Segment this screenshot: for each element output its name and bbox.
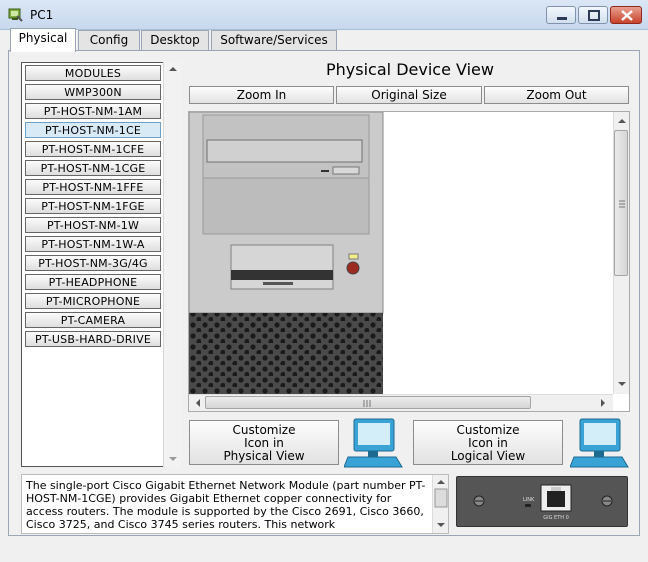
logical-view-label: Logical View xyxy=(450,449,526,463)
scroll-right-arrow-icon[interactable] xyxy=(601,399,605,407)
scroll-left-arrow-icon[interactable] xyxy=(196,399,200,407)
pc-app-icon xyxy=(8,8,23,22)
module-list-item[interactable]: PT-HOST-NM-1W-A xyxy=(25,236,161,252)
pc-tower-image xyxy=(189,112,384,411)
description-scroll-thumb[interactable] xyxy=(434,488,448,508)
physical-device-view-title: Physical Device View xyxy=(326,60,494,79)
scroll-down-arrow-icon[interactable] xyxy=(618,382,626,386)
description-scrollbar[interactable] xyxy=(432,475,448,533)
scroll-down-arrow-icon[interactable] xyxy=(169,457,177,461)
tab-software-services[interactable]: Software/Services xyxy=(211,30,337,50)
modules-header-button[interactable]: MODULES xyxy=(25,65,161,81)
minimize-icon xyxy=(557,17,567,20)
scroll-down-arrow-icon[interactable] xyxy=(437,523,445,527)
viewport-horizontal-scroll-thumb[interactable] xyxy=(205,396,531,409)
scroll-up-arrow-icon[interactable] xyxy=(169,67,177,71)
tab-physical[interactable]: Physical xyxy=(10,28,76,52)
physical-view-label: Physical View xyxy=(223,449,305,463)
scroll-up-arrow-icon[interactable] xyxy=(437,480,445,484)
module-list-item[interactable]: PT-HEADPHONE xyxy=(25,274,161,290)
window-title: PC1 xyxy=(30,8,54,22)
tab-config[interactable]: Config xyxy=(78,30,140,50)
module-list-item[interactable]: PT-HOST-NM-1FGE xyxy=(25,198,161,214)
module-list-item[interactable]: PT-MICROPHONE xyxy=(25,293,161,309)
module-list-item[interactable]: PT-HOST-NM-1AM xyxy=(25,103,161,119)
module-list-item[interactable]: PT-HOST-NM-1FFE xyxy=(25,179,161,195)
physical-device-viewport[interactable] xyxy=(188,111,630,412)
module-list-item[interactable]: PT-HOST-NM-1CE xyxy=(25,122,161,138)
module-list-item[interactable]: PT-HOST-NM-1CFE xyxy=(25,141,161,157)
port-label: GIG ETH 0 xyxy=(543,515,569,521)
module-list-item[interactable]: PT-USB-HARD-DRIVE xyxy=(25,331,161,347)
pc-computer-icon xyxy=(344,418,403,468)
module-list-item[interactable]: PT-CAMERA xyxy=(25,312,161,328)
minimize-button[interactable] xyxy=(546,6,576,24)
module-list-item[interactable]: PT-HOST-NM-1CGE xyxy=(25,160,161,176)
maximize-icon xyxy=(588,10,600,21)
close-button[interactable] xyxy=(610,6,642,24)
zoom-out-button[interactable]: Zoom Out xyxy=(484,86,629,104)
customize-icon-physical-view-button[interactable]: Customize Icon in Physical View xyxy=(189,420,339,465)
module-list-scrollbar[interactable] xyxy=(163,62,181,467)
module-list-item[interactable]: WMP300N xyxy=(25,84,161,100)
pc-computer-icon xyxy=(570,418,629,468)
original-size-button[interactable]: Original Size xyxy=(336,86,482,104)
module-image: LINK GIG ETH 0 xyxy=(456,476,628,527)
link-label: LINK xyxy=(523,497,535,503)
zoom-in-button[interactable]: Zoom In xyxy=(189,86,334,104)
module-list-item[interactable]: PT-HOST-NM-1W xyxy=(25,217,161,233)
close-icon xyxy=(621,10,633,21)
scroll-up-arrow-icon[interactable] xyxy=(618,119,626,123)
customize-icon-logical-view-button[interactable]: Customize Icon in Logical View xyxy=(413,420,563,465)
maximize-button[interactable] xyxy=(578,6,608,24)
tab-desktop[interactable]: Desktop xyxy=(141,30,209,50)
module-description: The single-port Cisco Gigabit Ethernet N… xyxy=(21,474,449,534)
module-list-item[interactable]: PT-HOST-NM-3G/4G xyxy=(25,255,161,271)
viewport-vertical-scroll-thumb[interactable] xyxy=(614,130,628,276)
